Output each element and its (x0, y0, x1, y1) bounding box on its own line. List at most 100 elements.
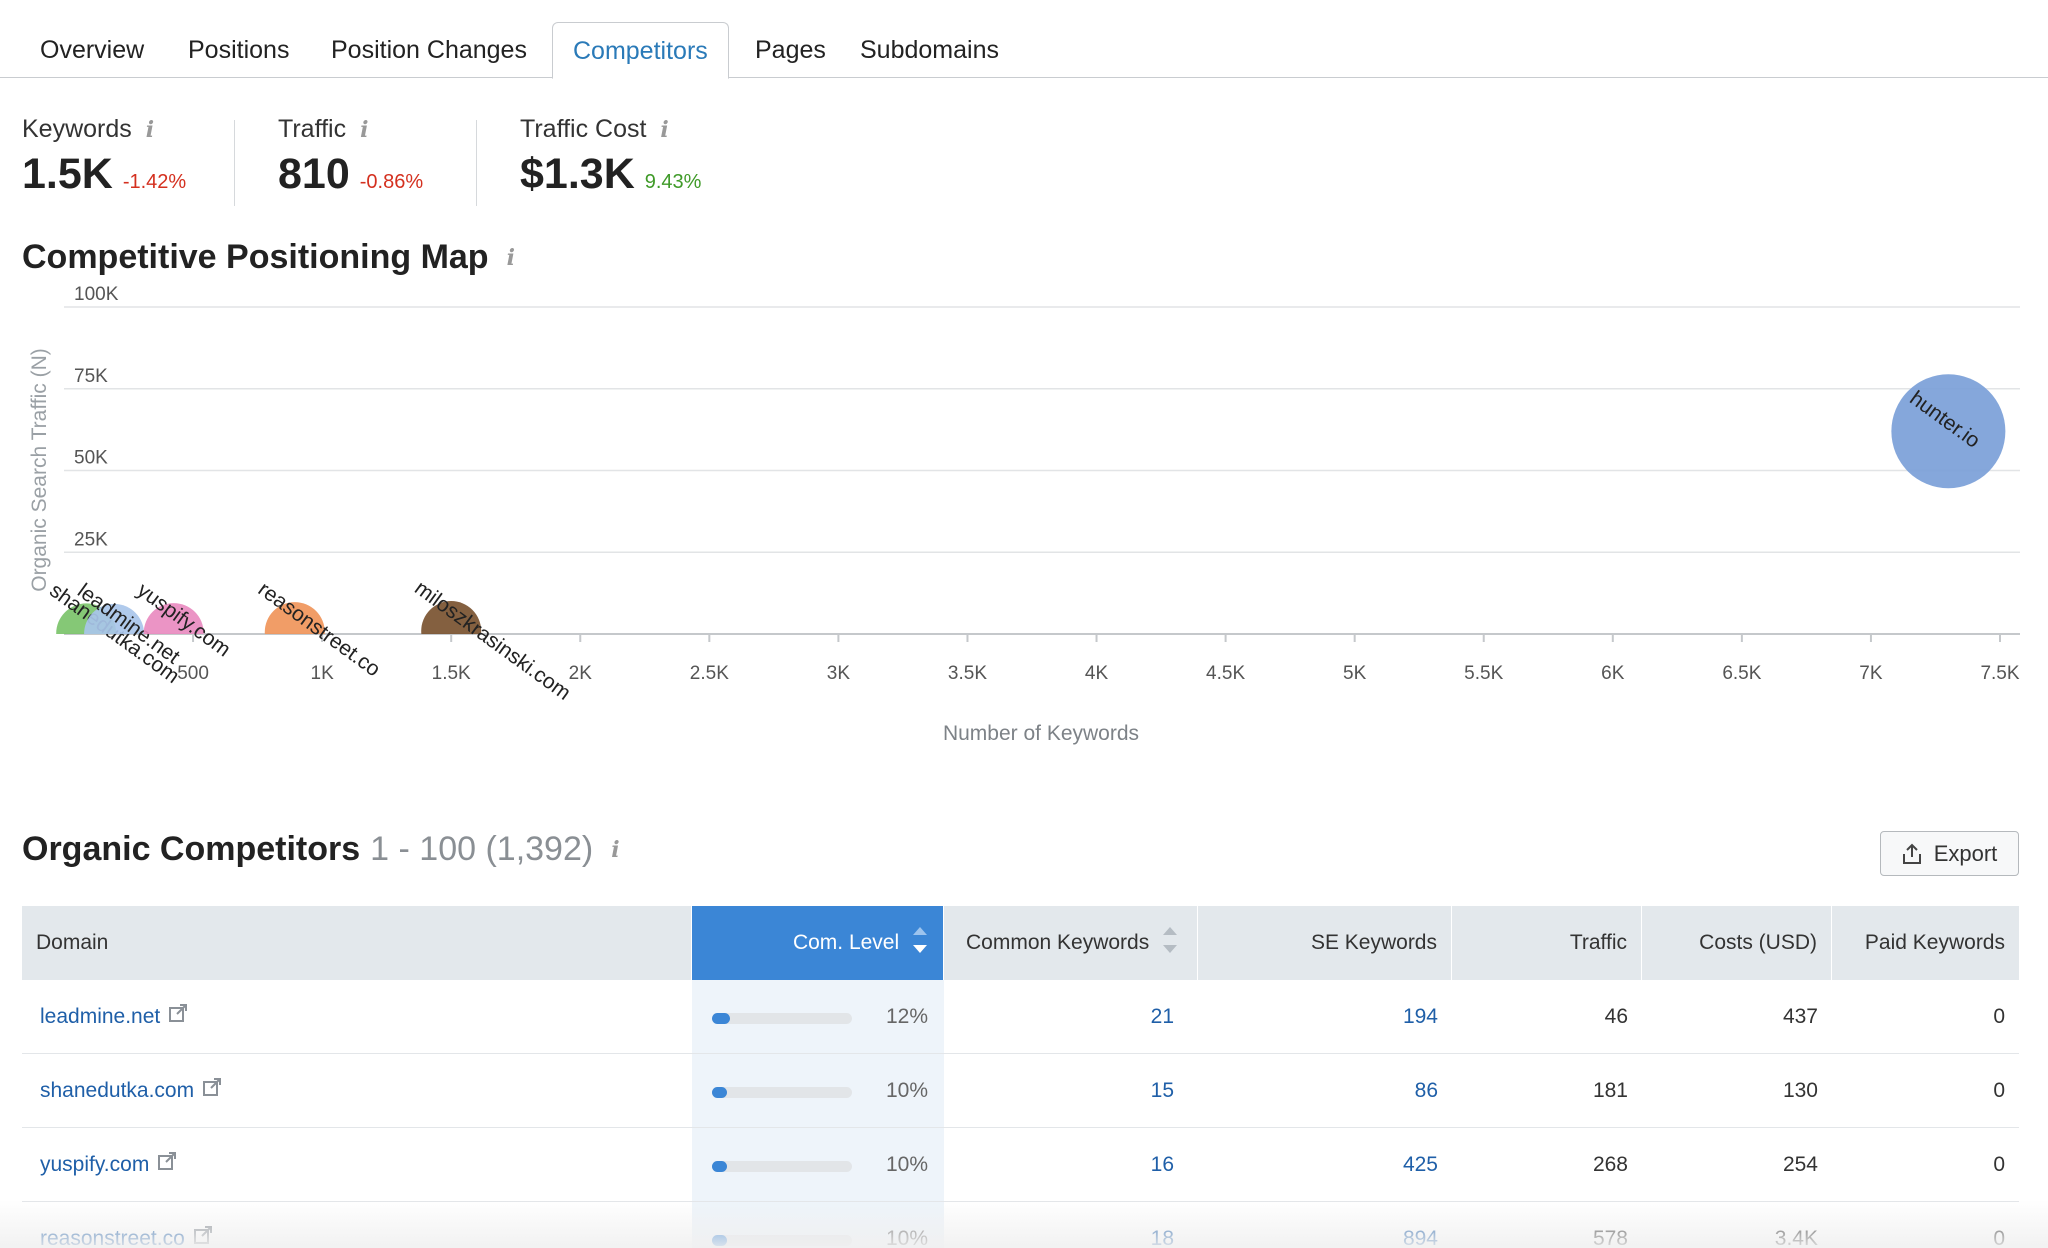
x-tick-label: 1K (311, 663, 335, 684)
col-paid-keywords[interactable]: Paid Keywords (1832, 906, 2019, 980)
x-tick-label: 3.5K (948, 663, 987, 684)
x-tick-label: 500 (177, 663, 209, 684)
com-level-bar-fill (712, 1087, 728, 1098)
metric-change: 9.43% (644, 171, 702, 193)
y-tick-label: 25K (74, 529, 108, 550)
scroll-fade (0, 1200, 2048, 1248)
y-tick-label: 50K (74, 448, 108, 469)
com-level-bar-fill (712, 1013, 731, 1024)
domain-cell: shanedutka.com (40, 1054, 640, 1128)
info-icon[interactable]: i (360, 117, 368, 143)
external-link-icon[interactable] (168, 980, 188, 1054)
table-row: leadmine.net 12% 21 194 46 437 0 (22, 980, 2019, 1054)
tab-positions[interactable]: Positions (168, 22, 309, 78)
col-com-level-label: Com. Level (792, 931, 900, 954)
metric-traffic: Traffic i 810 -0.86% (278, 115, 423, 199)
competitors-title-text: Organic Competitors (22, 830, 361, 868)
costs-value: 130 (1782, 1079, 1818, 1102)
paid-keywords-value: 0 (1993, 1079, 2005, 1102)
domain-link[interactable]: shanedutka.com (40, 1079, 194, 1102)
com-level-bar (712, 1161, 852, 1172)
com-level-value: 10% (885, 1153, 928, 1176)
paid-keywords-value: 0 (1993, 1153, 2005, 1176)
col-domain[interactable]: Domain (22, 906, 692, 980)
competitors-table: Domain Com. Level Common Keywords SE Key… (22, 906, 2019, 1248)
metric-traffic-cost: Traffic Cost i $1.3K 9.43% (520, 115, 701, 199)
x-tick-label: 1.5K (432, 663, 471, 684)
x-tick-label: 4K (1085, 663, 1109, 684)
tab-bar: Overview Positions Position Changes Comp… (0, 0, 2048, 79)
costs-value: 254 (1782, 1153, 1818, 1176)
com-level-bar (712, 1013, 852, 1024)
divider (476, 120, 477, 206)
divider (234, 120, 235, 206)
paid-keywords-value: 0 (1993, 1005, 2005, 1028)
domain-link[interactable]: yuspify.com (40, 1153, 149, 1176)
col-common-keywords-label: Common Keywords (966, 931, 1150, 954)
col-costs[interactable]: Costs (USD) (1642, 906, 1832, 980)
metric-change: -0.86% (359, 171, 424, 193)
com-level-value: 12% (885, 1005, 928, 1028)
info-icon[interactable]: i (507, 245, 515, 271)
se-keywords-link[interactable]: 425 (1198, 1128, 1438, 1202)
x-tick-label: 2K (569, 663, 593, 684)
metric-value: 810 (278, 150, 350, 198)
tab-competitors[interactable]: Competitors (552, 22, 729, 79)
metric-label: Keywords (22, 115, 132, 143)
x-tick-label: 5K (1343, 663, 1367, 684)
se-keywords-link[interactable]: 86 (1198, 1054, 1438, 1128)
domain-cell: yuspify.com (40, 1128, 640, 1202)
col-common-keywords[interactable]: Common Keywords (944, 906, 1198, 980)
export-label: Export (1933, 840, 1998, 866)
metric-value: $1.3K (520, 150, 635, 198)
y-tick-label: 100K (74, 284, 119, 305)
upload-icon (1902, 843, 1921, 864)
traffic-value: 46 (1604, 1005, 1628, 1028)
y-axis-label: Organic Search Traffic (N) (28, 348, 51, 592)
sort-icon (1163, 927, 1178, 953)
col-traffic[interactable]: Traffic (1452, 906, 1642, 980)
export-button[interactable]: Export (1880, 831, 2019, 876)
competitors-range: 1 - 100 (1,392) (370, 830, 594, 868)
x-tick-label: 5.5K (1464, 663, 1503, 684)
table-row: yuspify.com 10% 16 425 268 254 0 (22, 1128, 2019, 1202)
costs-value: 437 (1782, 1005, 1818, 1028)
x-tick-label: 3K (827, 663, 851, 684)
x-tick-label: 4.5K (1206, 663, 1245, 684)
com-level-bar-fill (712, 1161, 728, 1172)
y-tick-label: 75K (74, 366, 108, 387)
tab-overview[interactable]: Overview (20, 22, 164, 78)
metric-keywords: Keywords i 1.5K -1.42% (22, 115, 186, 199)
external-link-icon[interactable] (157, 1128, 177, 1202)
table-header: Domain Com. Level Common Keywords SE Key… (22, 906, 2019, 980)
col-se-keywords[interactable]: SE Keywords (1198, 906, 1452, 980)
x-tick-label: 2.5K (690, 663, 729, 684)
bubble-label: miloszkrasinski.com (410, 576, 575, 704)
info-icon[interactable]: i (146, 117, 154, 143)
metric-label: Traffic Cost (520, 115, 647, 143)
x-tick-label: 7.5K (1980, 663, 2019, 684)
metric-value: 1.5K (22, 150, 113, 198)
x-tick-label: 6K (1601, 663, 1625, 684)
x-tick-label: 7K (1859, 663, 1883, 684)
traffic-value: 181 (1592, 1079, 1628, 1102)
x-axis-label: Number of Keywords (943, 722, 1139, 745)
competitors-title: Organic Competitors 1 - 100 (1,392) i (22, 830, 620, 869)
tab-subdomains[interactable]: Subdomains (840, 22, 1019, 78)
se-keywords-link[interactable]: 194 (1198, 980, 1438, 1054)
external-link-icon[interactable] (202, 1054, 222, 1128)
x-tick-label: 6.5K (1722, 663, 1761, 684)
sort-desc-icon (913, 927, 927, 953)
common-keywords-link[interactable]: 21 (944, 980, 1174, 1054)
info-icon[interactable]: i (611, 837, 619, 863)
tab-position-changes[interactable]: Position Changes (311, 22, 547, 78)
com-level-value: 10% (885, 1079, 928, 1102)
competitive-positioning-chart: 25K 50K 75K 100K 500 1K 1.5K 2K 2.5K 3K 3.5K 4K 4.5K… (28, 284, 2020, 745)
metric-change: -1.42% (122, 171, 187, 193)
info-icon[interactable]: i (660, 117, 668, 143)
col-com-level[interactable]: Com. Level (692, 906, 944, 980)
common-keywords-link[interactable]: 15 (944, 1054, 1174, 1128)
domain-link[interactable]: leadmine.net (40, 1005, 160, 1028)
tab-pages[interactable]: Pages (735, 22, 846, 78)
common-keywords-link[interactable]: 16 (944, 1128, 1174, 1202)
